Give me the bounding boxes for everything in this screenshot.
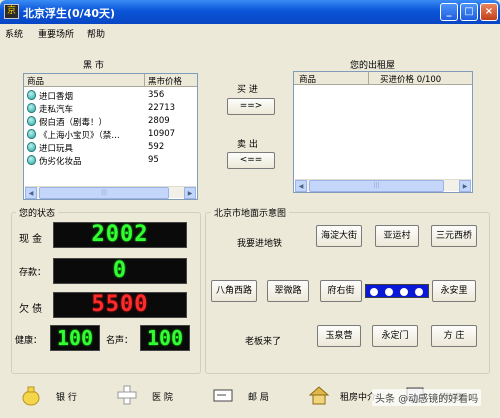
station-fangzhuang[interactable]: 方 庄 <box>431 325 477 347</box>
window-title: 北京浮生(0/40天) <box>23 7 116 20</box>
bank-label: 银 行 <box>56 393 77 403</box>
sell-button[interactable]: <== <box>227 152 275 169</box>
house-icon <box>308 386 330 405</box>
debt-display: 5500 <box>53 292 187 318</box>
bank-button[interactable]: 银 行 <box>16 380 98 410</box>
horizontal-scrollbar[interactable]: ◀ ||| ▶ <box>25 186 196 199</box>
deposit-display: 0 <box>53 258 187 284</box>
scroll-thumb[interactable]: ||| <box>309 180 444 192</box>
horizontal-scrollbar[interactable]: ◀ ||| ▶ <box>295 179 471 192</box>
health-display: 100 <box>50 325 100 351</box>
station-yonganli[interactable]: 永安里 <box>432 280 476 302</box>
map-title: 北京市地面示意图 <box>211 206 290 219</box>
flask-icon <box>27 116 36 126</box>
scroll-left-icon[interactable]: ◀ <box>295 180 307 192</box>
station-haidian[interactable]: 海淀大街 <box>316 225 362 247</box>
list-item[interactable]: 《上海小宝贝》（禁… 10907 <box>24 128 197 141</box>
station-dot <box>385 288 393 296</box>
station-yuquanying[interactable]: 玉泉营 <box>317 325 361 347</box>
buy-label: 买 进 <box>237 85 258 95</box>
scroll-thumb[interactable]: ||| <box>39 187 169 199</box>
item-price: 10907 <box>148 129 176 139</box>
flask-icon <box>27 103 36 113</box>
fame-display: 100 <box>140 325 190 351</box>
station-yayuncun[interactable]: 亚运村 <box>375 225 419 247</box>
station-dot <box>415 288 423 296</box>
item-name: 伪劣化妆品 <box>39 157 82 167</box>
scroll-left-icon[interactable]: ◀ <box>25 187 37 199</box>
title-bar[interactable]: 京 北京浮生(0/40天) _ □ × <box>0 0 500 24</box>
station-sanyuanxiqiao[interactable]: 三元西桥 <box>431 225 477 247</box>
list-item[interactable]: 进口香烟 356 <box>24 89 197 102</box>
black-market-list[interactable]: 商品 黑市价格 进口香烟 356 走私汽车 22713 假白酒（剧毒！） 280… <box>23 73 198 200</box>
list-item[interactable]: 伪劣化妆品 95 <box>24 154 197 167</box>
item-name: 进口玩具 <box>39 144 74 154</box>
item-name: 假白酒（剧毒！） <box>39 118 108 128</box>
station-bajiaoxilu[interactable]: 八角西路 <box>211 280 257 302</box>
station-dot <box>370 288 378 296</box>
list-item[interactable]: 走私汽车 22713 <box>24 102 197 115</box>
item-price: 2809 <box>148 116 170 126</box>
post-office-button[interactable]: 邮 局 <box>208 380 290 410</box>
post-office-label: 邮 局 <box>248 393 269 403</box>
list-item[interactable]: 进口玩具 592 <box>24 141 197 154</box>
item-name: 走私汽车 <box>39 105 74 115</box>
menu-help[interactable]: 帮助 <box>87 27 105 40</box>
rental-list[interactable]: 商品 买进价格 0/100 ◀ ||| ▶ <box>293 71 473 193</box>
hospital-button[interactable]: 医 院 <box>112 380 194 410</box>
rental-header: 商品 买进价格 0/100 <box>294 72 472 85</box>
item-price: 592 <box>148 142 165 152</box>
black-market-header: 商品 黑市价格 <box>24 74 197 87</box>
item-name: 《上海小宝贝》（禁… <box>39 131 120 141</box>
subway-label: 我要进地铁 <box>237 239 283 249</box>
station-cuiweilu[interactable]: 翠微路 <box>267 280 309 302</box>
item-name: 进口香烟 <box>39 92 74 102</box>
menu-system[interactable]: 系统 <box>5 27 23 40</box>
col-goods[interactable]: 商品 <box>27 75 44 87</box>
close-button[interactable]: × <box>480 3 498 21</box>
flask-icon <box>27 90 36 100</box>
app-icon: 京 <box>4 4 19 19</box>
col-goods[interactable]: 商品 <box>299 73 316 85</box>
flask-icon <box>27 142 36 152</box>
boss-label: 老板来了 <box>245 337 282 347</box>
scroll-right-icon[interactable]: ▶ <box>459 180 471 192</box>
station-yongdingmen[interactable]: 永定门 <box>372 325 418 347</box>
menu-places[interactable]: 重要场所 <box>38 27 74 40</box>
cash-label: 现 金 <box>19 234 43 245</box>
rent-agency-label: 租房中介 <box>340 393 377 403</box>
scroll-right-icon[interactable]: ▶ <box>184 187 196 199</box>
medical-cross-icon <box>117 385 137 405</box>
col-price[interactable]: 黑市价格 <box>148 75 182 87</box>
rental-title: 您的出租屋 <box>350 61 396 71</box>
black-market-title: 黑 市 <box>83 61 104 71</box>
item-price: 95 <box>148 155 159 165</box>
maximize-button[interactable]: □ <box>460 3 478 21</box>
col-buy-price[interactable]: 买进价格 0/100 <box>380 73 441 85</box>
minimize-button[interactable]: _ <box>440 3 458 21</box>
station-fuyoujie[interactable]: 府右街 <box>320 280 362 302</box>
fame-label: 名声： <box>106 336 134 346</box>
health-label: 健康： <box>15 336 43 346</box>
station-dot <box>400 288 408 296</box>
cash-display: 2002 <box>53 222 187 248</box>
watermark: 头条 @动感镜的好看吗 <box>372 389 482 406</box>
list-item[interactable]: 假白酒（剧毒！） 2809 <box>24 115 197 128</box>
hospital-label: 医 院 <box>152 393 173 403</box>
mail-icon <box>213 389 233 402</box>
subway-line-indicator <box>365 284 429 298</box>
sell-label: 卖 出 <box>237 140 258 150</box>
money-bag-icon <box>22 386 40 406</box>
buy-button[interactable]: ==> <box>227 98 275 115</box>
flask-icon <box>27 155 36 165</box>
flask-icon <box>27 129 36 139</box>
debt-label: 欠 债 <box>19 304 43 315</box>
deposit-label: 存款： <box>19 268 47 278</box>
menu-bar: 系统 重要场所 帮助 <box>0 25 500 41</box>
main-window: 京 北京浮生(0/40天) _ □ × 系统 重要场所 帮助 黑 市 商品 黑市… <box>0 0 500 418</box>
status-title: 您的状态 <box>16 206 59 219</box>
item-price: 22713 <box>148 103 176 113</box>
item-price: 356 <box>148 90 165 100</box>
